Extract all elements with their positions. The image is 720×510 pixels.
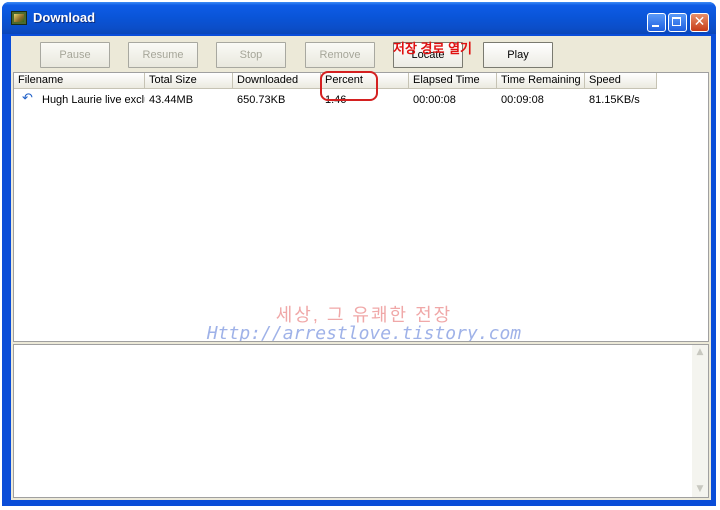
stop-button[interactable]: Stop <box>216 42 286 68</box>
resume-button[interactable]: Resume <box>128 42 198 68</box>
minimize-button[interactable] <box>647 13 666 32</box>
client-area: Pause Resume Stop Remove Locate Play 저장 … <box>11 36 711 500</box>
annotation-label: 저장 경로 열기 <box>393 41 472 56</box>
download-list[interactable]: Filename Total Size Downloaded Percent E… <box>13 72 709 342</box>
column-header-speed[interactable]: Speed <box>585 73 657 89</box>
row-time-remaining: 00:09:08 <box>501 94 544 106</box>
row-total-size: 43.44MB <box>149 94 194 106</box>
column-header-filename[interactable]: Filename <box>14 73 145 89</box>
download-arrow-icon: ↶ <box>22 91 33 106</box>
close-icon: ✕ <box>693 14 706 30</box>
log-panel[interactable]: ▲ ▼ <box>13 344 709 498</box>
column-header-downloaded[interactable]: Downloaded <box>233 73 321 89</box>
title-bar[interactable]: Download ✕ <box>2 2 716 34</box>
maximize-button[interactable] <box>668 13 687 32</box>
app-icon <box>11 11 27 25</box>
window-title: Download <box>33 10 96 25</box>
row-downloaded: 650.73KB <box>237 94 286 106</box>
close-button[interactable]: ✕ <box>690 13 709 32</box>
play-button[interactable]: Play <box>483 42 553 68</box>
watermark-url: Http://arrestlove.tistory.com <box>206 323 522 342</box>
remove-button[interactable]: Remove <box>305 42 375 68</box>
row-filename[interactable]: Hugh Laurie live exclu... <box>38 92 145 108</box>
column-header-total-size[interactable]: Total Size <box>145 73 233 89</box>
row-speed: 81.15KB/s <box>589 94 640 106</box>
pause-button[interactable]: Pause <box>40 42 110 68</box>
column-header-elapsed-time[interactable]: Elapsed Time <box>409 73 497 89</box>
minimize-icon <box>652 25 659 27</box>
scroll-up-icon[interactable]: ▲ <box>692 345 708 360</box>
vertical-scrollbar[interactable]: ▲ ▼ <box>692 345 708 497</box>
percent-highlight-box <box>320 71 378 101</box>
column-header-time-remaining[interactable]: Time Remaining <box>497 73 585 89</box>
scroll-down-icon[interactable]: ▼ <box>692 482 708 497</box>
download-window: Download ✕ Pause Resume Stop Remove Loca… <box>2 2 716 506</box>
row-elapsed-time: 00:00:08 <box>413 94 456 106</box>
maximize-icon <box>672 17 681 26</box>
